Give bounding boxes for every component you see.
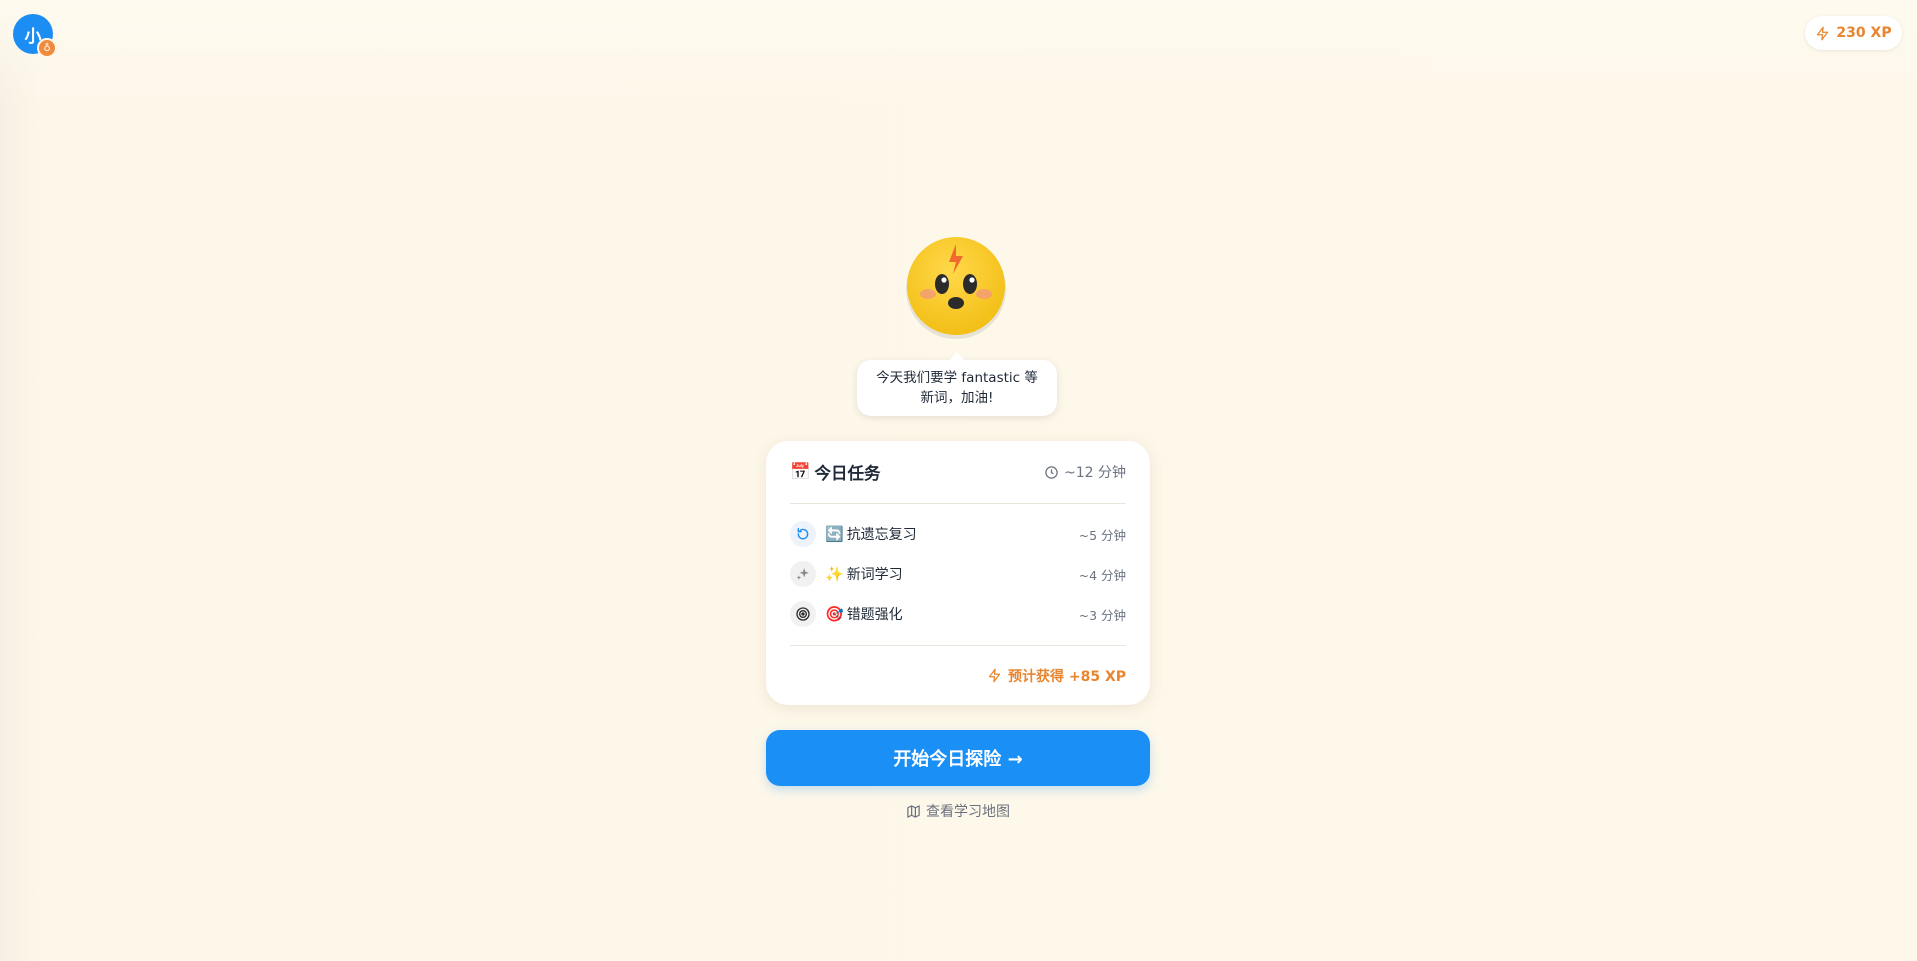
task-label: 抗遗忘复习 (846, 527, 917, 543)
sparkles-icon (790, 561, 816, 587)
card-header: 📅 今日任务 ~12 分钟 (790, 441, 1126, 504)
task-label: 错题强化 (846, 607, 903, 623)
xp-reward-text: 预计获得 +85 XP (1007, 668, 1126, 685)
background-glow (0, 0, 1917, 110)
xp-reward: 预计获得 +85 XP (790, 645, 1126, 705)
map-link-label: 查看学习地图 (926, 804, 1010, 820)
avatar-badge-icon: ♁ (37, 38, 57, 58)
total-time: ~12 分钟 (1044, 462, 1126, 482)
card-title-text: 今日任务 (814, 464, 881, 483)
task-row-review[interactable]: 🔄 抗遗忘复习 ~5 分钟 (790, 514, 1126, 554)
clock-icon (1045, 465, 1058, 479)
lightning-mascot-icon (904, 236, 1008, 340)
mascot-message: 今天我们要学 fantastic 等新词，加油! (876, 370, 1038, 406)
xp-value: 230 XP (1836, 25, 1892, 41)
total-time-value: ~12 分钟 (1064, 465, 1126, 481)
sparkle-emoji-icon: ✨ (825, 565, 844, 583)
lightning-icon (1817, 26, 1829, 40)
refresh-icon (790, 521, 816, 547)
card-title: 📅 今日任务 (790, 460, 881, 484)
start-adventure-button[interactable]: 开始今日探险 → (766, 730, 1150, 786)
task-row-new-words[interactable]: ✨ 新词学习 ~4 分钟 (790, 554, 1126, 594)
xp-counter[interactable]: 230 XP (1805, 16, 1902, 50)
calendar-icon: 📅 (790, 462, 811, 481)
map-icon (907, 804, 920, 818)
task-list: 🔄 抗遗忘复习 ~5 分钟 ✨ 新词学习 ~4 分钟 🎯 错题强化 ~3 分钟 (790, 504, 1126, 634)
task-time: ~5 分钟 (1078, 527, 1126, 543)
task-time: ~3 分钟 (1078, 607, 1126, 623)
lightning-icon (988, 668, 1001, 683)
target-icon (790, 601, 816, 627)
view-map-link[interactable]: 查看学习地图 (858, 800, 1058, 822)
task-label: 新词学习 (846, 567, 903, 583)
task-time: ~4 分钟 (1078, 567, 1126, 583)
review-emoji-icon: 🔄 (825, 525, 844, 543)
dart-emoji-icon: 🎯 (825, 605, 844, 623)
start-button-label: 开始今日探险 → (893, 749, 1023, 770)
daily-task-card: 📅 今日任务 ~12 分钟 🔄 抗遗忘复习 ~5 分钟 ✨ 新词学习 ~4 分钟… (766, 441, 1150, 705)
task-row-mistakes[interactable]: 🎯 错题强化 ~3 分钟 (790, 594, 1126, 634)
mascot-speech-bubble: 今天我们要学 fantastic 等新词，加油! (857, 352, 1057, 416)
